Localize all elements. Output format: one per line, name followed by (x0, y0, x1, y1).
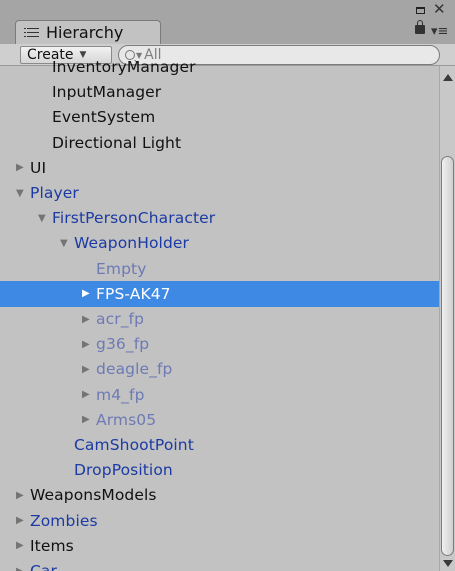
tree-item-label: InputManager (52, 83, 162, 102)
tree-item[interactable]: ▶ Arms05 (0, 407, 439, 433)
close-icon[interactable]: ✕ (433, 0, 446, 18)
tree-item[interactable]: Empty (0, 256, 439, 282)
collapsed-triangle-icon[interactable]: ▶ (82, 288, 96, 299)
expanded-triangle-icon[interactable]: ▼ (60, 238, 74, 249)
maximize-icon[interactable] (416, 7, 425, 14)
tree-item[interactable]: ▶ FPS-AK47 (0, 280, 439, 307)
tree-item[interactable]: InputManager (0, 79, 439, 105)
tree-item[interactable]: Directional Light (0, 130, 439, 156)
tree-item[interactable]: ▶ WeaponsModels (0, 482, 439, 508)
tree-item[interactable]: ▶ Zombies (0, 508, 439, 534)
window-controls: ✕ ▾≡ (409, 0, 449, 42)
tree-item[interactable]: DropPosition (0, 457, 439, 483)
tree-item-label: EventSystem (52, 108, 156, 127)
collapsed-triangle-icon[interactable]: ▶ (16, 515, 30, 526)
tree-item-label: CamShootPoint (74, 436, 194, 454)
tree-item-label: InventoryManager (52, 58, 196, 76)
tree-item[interactable]: ▼ FirstPersonCharacter (0, 205, 439, 231)
tree-item[interactable]: InventoryManager (0, 58, 439, 80)
tree-item[interactable]: ▶ Items (0, 533, 439, 559)
scroll-up-arrow-icon[interactable] (443, 74, 453, 81)
scroll-down-arrow-icon[interactable] (443, 560, 453, 567)
tab-hierarchy[interactable]: Hierarchy (15, 20, 161, 44)
tree-item-label: Car (30, 562, 57, 571)
collapsed-triangle-icon[interactable]: ▶ (16, 162, 30, 173)
collapsed-triangle-icon[interactable]: ▶ (16, 566, 30, 571)
collapsed-triangle-icon[interactable]: ▶ (82, 314, 96, 325)
tree-item[interactable]: ▶ m4_fp (0, 382, 439, 408)
tree-item-label: Player (30, 184, 79, 202)
tree-item[interactable]: ▶ Car (0, 558, 439, 571)
collapsed-triangle-icon[interactable]: ▶ (16, 490, 30, 501)
scrollbar-thumb[interactable] (441, 156, 454, 556)
options-menu-icon[interactable]: ▾≡ (431, 24, 448, 39)
tree-item-label: Items (30, 536, 74, 555)
expanded-triangle-icon[interactable]: ▼ (38, 213, 52, 224)
collapsed-triangle-icon[interactable]: ▶ (82, 339, 96, 350)
tree-item-label: acr_fp (96, 310, 145, 328)
collapsed-triangle-icon[interactable]: ▶ (82, 389, 96, 400)
tree-item[interactable]: ▶ acr_fp (0, 306, 439, 332)
lock-icon[interactable] (415, 20, 425, 34)
tree-item-label: Empty (96, 259, 147, 278)
expanded-triangle-icon[interactable]: ▼ (16, 188, 30, 199)
tree-item-label: WeaponHolder (74, 234, 189, 253)
hierarchy-window: Hierarchy ✕ ▾≡ Create ▼ ▼ InventoryManag… (0, 0, 455, 571)
collapsed-triangle-icon[interactable]: ▶ (82, 414, 96, 425)
tree-item[interactable]: ▼ Player (0, 180, 439, 206)
tree-item-label: UI (30, 158, 47, 177)
tree-item-label: Arms05 (96, 410, 157, 429)
tree-item-label: FPS-AK47 (96, 284, 171, 303)
tree-item-label: WeaponsModels (30, 486, 157, 505)
tree-item-label: Zombies (30, 511, 98, 530)
tree-item-label: DropPosition (74, 461, 173, 480)
tree-item-label: Directional Light (52, 133, 182, 152)
tab-title: Hierarchy (46, 23, 124, 42)
collapsed-triangle-icon[interactable]: ▶ (82, 364, 96, 375)
hierarchy-tree: InventoryManager InputManager EventSystem D… (0, 58, 439, 571)
tree-item[interactable]: ▶ g36_fp (0, 331, 439, 357)
tab-bar: Hierarchy ✕ ▾≡ (0, 0, 455, 44)
tree-item-label: FirstPersonCharacter (52, 209, 216, 228)
tree-item[interactable]: EventSystem (0, 104, 439, 130)
tree-item[interactable]: ▶ UI (0, 155, 439, 181)
vertical-scrollbar[interactable] (439, 66, 455, 571)
tree-item-label: g36_fp (96, 335, 150, 354)
tree-item[interactable]: CamShootPoint (0, 432, 439, 458)
tree-item[interactable]: ▶ deagle_fp (0, 356, 439, 382)
tree-item[interactable]: ▼ WeaponHolder (0, 230, 439, 256)
tree-item-label: deagle_fp (96, 360, 173, 379)
hierarchy-list-icon (24, 26, 40, 40)
collapsed-triangle-icon[interactable]: ▶ (16, 540, 30, 551)
tree-item-label: m4_fp (96, 385, 145, 404)
